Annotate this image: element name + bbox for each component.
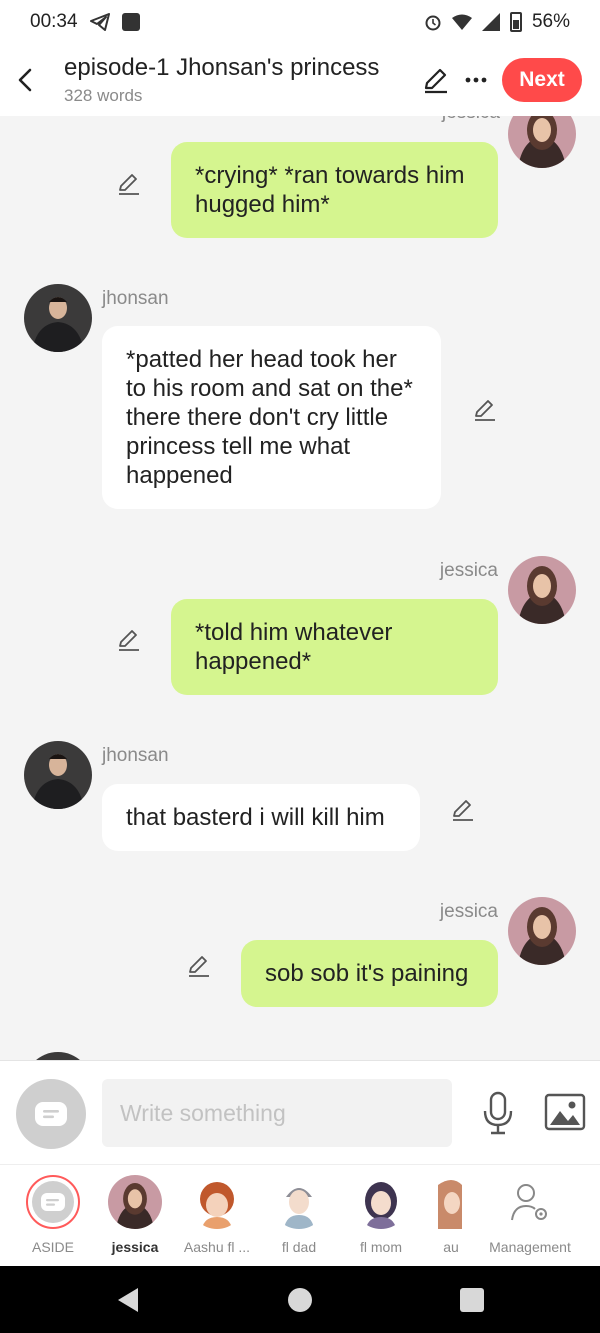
jessica-avatar[interactable] [508,897,576,965]
microphone-icon[interactable] [478,1091,518,1135]
character-bar: ASIDE jessica Aashu fl ... fl dad fl mom… [0,1164,600,1266]
edit-message-icon[interactable] [450,796,476,822]
message-bubble[interactable]: that basterd i will kill him [102,784,420,851]
episode-title[interactable]: episode-1 Jhonsan's princess [64,54,416,82]
aside-button[interactable] [16,1079,86,1149]
character-label: jessica [111,1239,159,1255]
chat-area[interactable]: jessica *crying* *ran towards him hugged… [0,116,600,1060]
aside-icon [26,1175,80,1229]
signal-icon [481,13,500,31]
recents-square-icon[interactable] [458,1286,486,1314]
image-icon[interactable] [544,1093,586,1131]
edit-message-icon[interactable] [472,396,498,422]
character-avatar [190,1175,244,1229]
more-button[interactable] [456,60,496,100]
jhonsan-avatar[interactable] [24,284,92,352]
message-bubble[interactable]: *patted her head took her to his room an… [102,326,441,509]
character-label: Management [489,1239,571,1255]
back-triangle-icon[interactable] [114,1286,142,1314]
message-sender-name: jhonsan [102,745,169,766]
message-sender-name: jessica [442,116,500,124]
more-dots-icon [465,77,487,83]
status-bar: 00:34 56% [0,0,600,44]
chevron-left-icon [18,68,32,92]
message-sender-name: jhonsan [102,288,169,309]
character-avatar [272,1175,326,1229]
home-circle-icon[interactable] [286,1286,314,1314]
edit-title-button[interactable] [416,60,456,100]
battery-level: 56% [531,11,570,32]
manage-characters-icon [503,1175,557,1229]
telegram-icon [89,13,110,31]
character-aside[interactable]: ASIDE [12,1175,94,1255]
message-bubble[interactable]: *told him whatever happened* [171,599,498,695]
edit-message-icon[interactable] [186,952,212,978]
jessica-avatar[interactable] [508,116,576,168]
edit-message-icon[interactable] [116,170,142,196]
notification-icon [121,13,140,31]
message-sender-name: jessica [439,901,498,922]
back-button[interactable] [0,44,50,116]
character-label: au [443,1239,459,1255]
message-bubble[interactable]: *crying* *ran towards him hugged him* [171,142,498,238]
character-management-button[interactable]: Management [482,1175,578,1255]
message-input[interactable] [102,1079,452,1147]
character-label: fl dad [281,1239,317,1255]
message-sender-name: jessica [439,560,498,581]
jhonsan-avatar[interactable] [24,741,92,809]
jessica-avatar[interactable] [508,556,576,624]
status-time: 00:34 [30,11,78,32]
character-label: Aashu fl ... [183,1239,251,1255]
edit-message-icon[interactable] [116,626,142,652]
system-navigation-bar [0,1266,600,1333]
character-au[interactable]: au [410,1175,492,1255]
character-label: ASIDE [31,1239,74,1255]
message-bubble[interactable]: sob sob it's paining [241,940,498,1007]
next-button[interactable]: Next [502,58,582,102]
word-count: 328 words [64,86,143,105]
jhonsan-avatar[interactable] [24,1052,92,1060]
character-avatar [436,1175,462,1229]
character-avatar [108,1175,162,1229]
editor-header: episode-1 Jhonsan's princess 328 words N… [0,44,600,116]
wifi-icon [451,14,472,30]
alarm-icon [425,15,441,31]
message-composer [0,1060,600,1164]
character-aashu[interactable]: Aashu fl ... [176,1175,258,1255]
aside-icon [35,1102,67,1126]
character-fl-dad[interactable]: fl dad [258,1175,340,1255]
character-jessica[interactable]: jessica [94,1175,176,1255]
battery-icon [509,12,522,32]
character-avatar [354,1175,408,1229]
pencil-icon [424,68,447,94]
